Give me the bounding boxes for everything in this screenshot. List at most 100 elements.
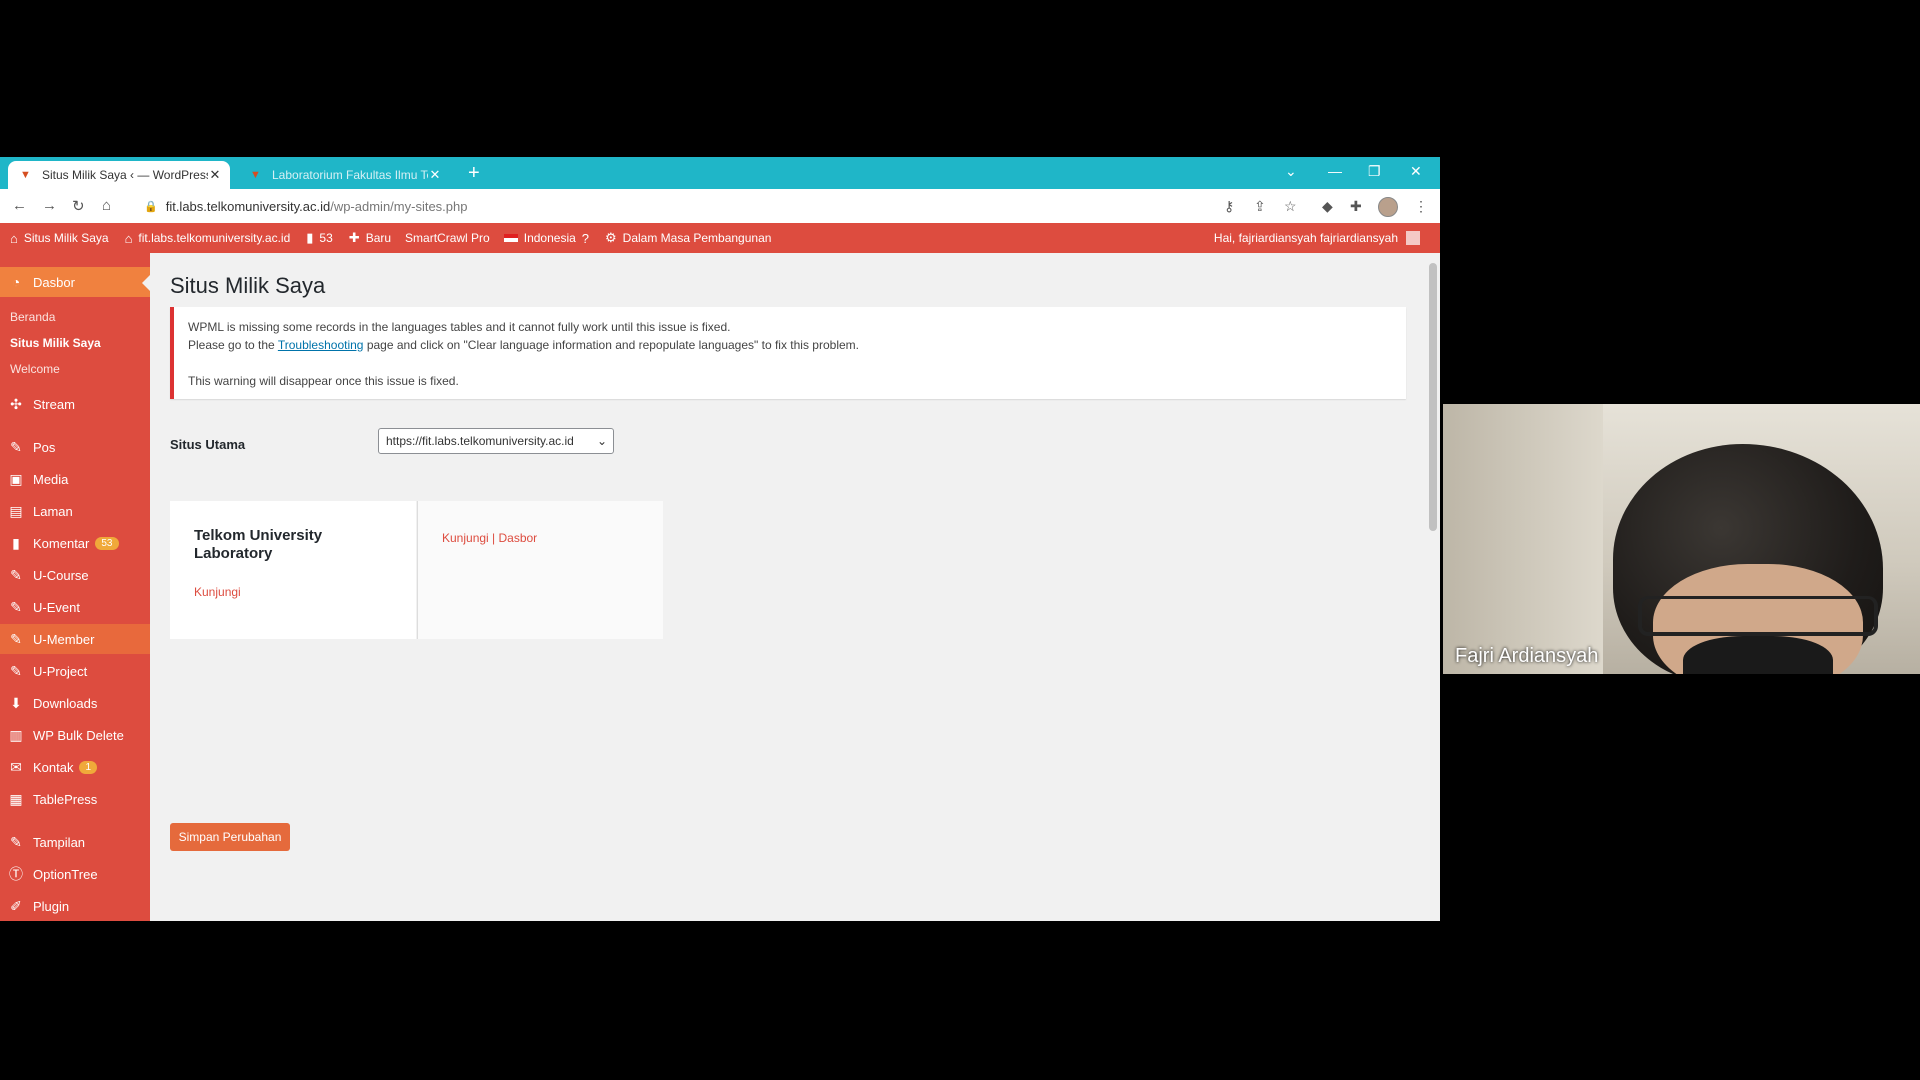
menu-u-course[interactable]: ✎ U-Course — [0, 560, 150, 590]
share-icon[interactable]: ⇪ — [1254, 198, 1266, 215]
key-icon[interactable]: ⚷ — [1224, 198, 1234, 215]
menu-komentar[interactable]: ▮ Komentar 53 — [0, 528, 150, 558]
back-icon[interactable]: ← — [12, 197, 27, 214]
notice-line-3: This warning will disappear once this is… — [188, 374, 459, 388]
admin-my-sites[interactable]: ⌂ Situs Milik Saya — [10, 231, 109, 246]
pin-icon: ✎ — [10, 630, 22, 647]
indonesia-flag-icon — [503, 234, 518, 242]
menu-label: WP Bulk Delete — [33, 727, 124, 743]
forward-icon[interactable]: → — [42, 197, 57, 214]
site-card: Kunjungi | Dasbor — [417, 501, 663, 639]
notice-line-2-post: page and click on "Clear language inform… — [363, 338, 859, 352]
main-content: Situs Milik Saya WPML is missing some re… — [150, 253, 1422, 921]
url-domain: fit.labs.telkomuniversity.ac.id — [165, 198, 331, 214]
submenu-my-sites[interactable]: Situs Milik Saya — [10, 336, 101, 350]
admin-new[interactable]: ✚ Baru — [349, 230, 391, 246]
tab-active[interactable]: ▼ Situs Milik Saya ‹ — WordPress ✕ — [8, 161, 230, 189]
menu-label: U-Event — [33, 599, 80, 615]
save-changes-button[interactable]: Simpan Perubahan — [170, 823, 290, 851]
extension-icon[interactable]: ◆ — [1322, 198, 1333, 215]
puzzle-icon[interactable]: ✚ — [1350, 198, 1362, 215]
primary-site-value: https://fit.labs.telkomuniversity.ac.id — [386, 434, 574, 448]
admin-sidebar: ◔ Dasbor Beranda Situs Milik Saya Welcom… — [0, 253, 150, 921]
window-close-icon[interactable]: ✕ — [1410, 163, 1422, 180]
menu-pos[interactable]: ✎ Pos — [0, 432, 150, 462]
reload-icon[interactable]: ↻ — [72, 197, 85, 215]
notice-line-2-pre: Please go to the — [188, 338, 278, 352]
scrollbar-thumb[interactable] — [1429, 263, 1437, 531]
site-visit-link[interactable]: Kunjungi — [194, 585, 241, 599]
download-icon: ⬇ — [10, 694, 22, 711]
menu-kontak[interactable]: ✉ Kontak 1 — [0, 752, 150, 782]
webcam-feed: Fajri Ardiansyah — [1443, 404, 1920, 674]
address-bar[interactable]: 🔒 fit.labs.telkomuniversity.ac.id /wp-ad… — [140, 194, 1200, 218]
submenu-welcome[interactable]: Welcome — [10, 362, 60, 376]
menu-stream[interactable]: ✣ Stream — [0, 389, 150, 419]
menu-media[interactable]: ▣ Media — [0, 464, 150, 494]
admin-site-name[interactable]: ⌂ fit.labs.telkomuniversity.ac.id — [125, 231, 291, 246]
table-icon: ▦ — [9, 790, 23, 807]
comment-count-badge: 53 — [95, 536, 119, 550]
admin-comments[interactable]: ▮ 53 — [306, 230, 333, 246]
bookmark-star-icon[interactable]: ☆ — [1284, 198, 1297, 215]
tab-search-icon[interactable]: ⌄ — [1285, 163, 1297, 180]
menu-dashboard[interactable]: ◔ Dasbor — [0, 267, 150, 297]
menu-tampilan[interactable]: ✎ Tampilan — [0, 827, 150, 857]
site-name: Telkom University Laboratory — [194, 527, 323, 562]
admin-new-label: Baru — [365, 231, 392, 245]
participant-name: Fajri Ardiansyah — [1455, 645, 1599, 667]
admin-smartcrawl[interactable]: SmartCrawl Pro — [405, 231, 490, 245]
menu-label: U-Project — [33, 663, 88, 679]
menu-laman[interactable]: ▤ Laman — [0, 496, 150, 526]
restore-icon[interactable]: ❐ — [1368, 163, 1381, 180]
menu-tablepress[interactable]: ▦ TablePress — [0, 784, 150, 814]
menu-u-project[interactable]: ✎ U-Project — [0, 656, 150, 686]
admin-greeting: Hai, fajriardiansyah fajriardiansyah — [1213, 231, 1398, 245]
primary-site-select[interactable]: https://fit.labs.telkomuniversity.ac.id … — [378, 428, 614, 454]
menu-downloads[interactable]: ⬇ Downloads — [0, 688, 150, 718]
admin-maintenance[interactable]: ⚙ Dalam Masa Pembangunan — [605, 230, 771, 246]
plugin-icon: ✐ — [10, 897, 22, 914]
troubleshooting-link[interactable]: Troubleshooting — [278, 338, 364, 352]
participant-mask — [1683, 636, 1833, 674]
participant-glasses — [1638, 596, 1878, 636]
menu-label: Media — [33, 471, 69, 487]
admin-smartcrawl-label: SmartCrawl Pro — [405, 231, 490, 245]
admin-account[interactable]: Hai, fajriardiansyah fajriardiansyah — [1214, 231, 1420, 245]
optiontree-icon: Ⓣ — [9, 866, 23, 882]
menu-u-event[interactable]: ✎ U-Event — [0, 592, 150, 622]
tab-inactive[interactable]: ▼ Laboratorium Fakultas Ilmu Terap ✕ — [238, 161, 450, 189]
menu-label: Komentar — [33, 535, 90, 551]
brush-icon: ✎ — [10, 833, 22, 850]
menu-optiontree[interactable]: Ⓣ OptionTree — [0, 859, 150, 889]
minimize-icon[interactable]: — — [1328, 163, 1342, 179]
primary-site-label: Situs Utama — [170, 437, 246, 452]
menu-dots-icon[interactable]: ⋮ — [1414, 198, 1428, 215]
dashboard-icon: ◔ — [11, 274, 21, 290]
chevron-down-icon: ⌄ — [596, 434, 607, 448]
home-icon[interactable]: ⌂ — [102, 197, 111, 214]
profile-avatar[interactable] — [1378, 197, 1398, 217]
new-tab-icon[interactable]: + — [468, 163, 480, 183]
menu-label: Downloads — [33, 695, 98, 711]
admin-language[interactable]: Indonesia ? — [503, 231, 595, 246]
my-sites-icon: ⌂ — [10, 230, 18, 246]
wpml-error-notice: WPML is missing some records in the lang… — [170, 307, 1406, 399]
kontak-count-badge: 1 — [79, 760, 98, 774]
wp-admin-bar: ⌂ Situs Milik Saya ⌂ fit.labs.telkomuniv… — [0, 223, 1440, 253]
site-links[interactable]: Kunjungi | Dasbor — [442, 531, 537, 545]
submenu-home[interactable]: Beranda — [10, 310, 55, 324]
plus-icon: ✚ — [348, 230, 360, 245]
menu-label: Pos — [33, 439, 56, 455]
menu-label: Tampilan — [33, 834, 86, 850]
page-scrollbar[interactable] — [1426, 253, 1440, 921]
menu-wp-bulk-delete[interactable]: ▥ WP Bulk Delete — [0, 720, 150, 750]
notice-line-2: Please go to the Troubleshooting page an… — [188, 338, 859, 352]
menu-u-member[interactable]: ✎ U-Member — [0, 624, 150, 654]
close-tab-icon[interactable]: ✕ — [208, 167, 222, 183]
comment-icon: ▮ — [306, 230, 314, 245]
close-tab-icon[interactable]: ✕ — [428, 167, 442, 183]
comment-icon: ▮ — [12, 534, 20, 551]
current-menu-arrow — [142, 275, 150, 291]
menu-plugin[interactable]: ✐ Plugin — [0, 891, 150, 921]
